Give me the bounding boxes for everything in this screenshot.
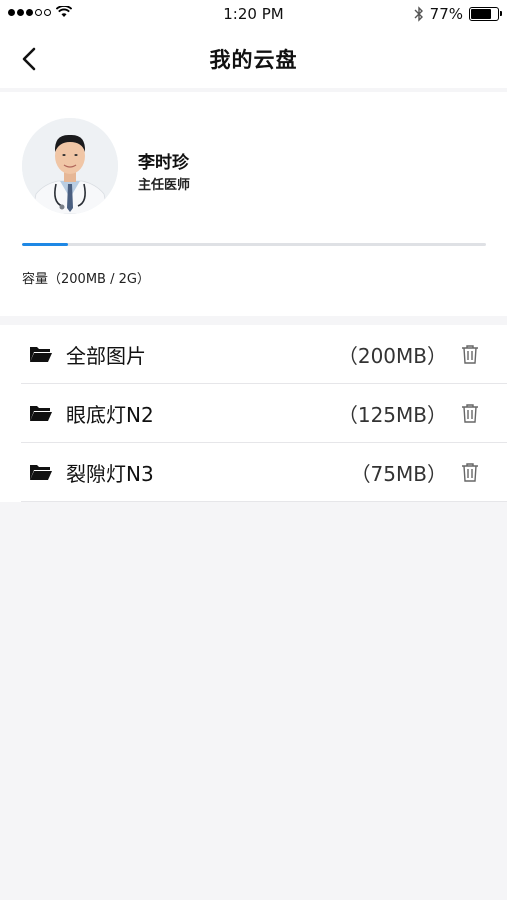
- storage-capacity-label: 容量（200MB / 2G）: [22, 272, 150, 287]
- storage-progress-fill: [22, 243, 69, 246]
- folder-size: （200MB）: [337, 343, 447, 368]
- battery-fill: [471, 9, 492, 19]
- battery-icon: [469, 7, 502, 21]
- folder-name: 全部图片: [66, 343, 146, 368]
- trash-icon[interactable]: [459, 343, 481, 365]
- chevron-left-icon: [22, 47, 36, 71]
- storage-progress-bar: [22, 243, 486, 246]
- profile-card: 李时珍 主任医师 容量（200MB / 2G）: [0, 92, 507, 316]
- back-button[interactable]: [14, 44, 44, 74]
- doctor-avatar-image: [22, 118, 118, 214]
- status-bar: 1:20 PM 77%: [0, 0, 507, 30]
- section-gap: [0, 316, 507, 325]
- folder-size: （125MB）: [337, 402, 447, 427]
- doctor-title: 主任医师: [138, 178, 191, 193]
- folder-icon: [29, 403, 53, 423]
- folder-list: 全部图片 （200MB） 眼底灯N2 （125MB） 裂隙灯N3 （75MB）: [0, 325, 507, 502]
- folder-size: （75MB）: [350, 461, 447, 486]
- folder-row[interactable]: 全部图片 （200MB）: [21, 325, 507, 384]
- doctor-name: 李时珍: [138, 153, 189, 173]
- trash-icon[interactable]: [459, 461, 481, 483]
- folder-name: 眼底灯N2: [66, 402, 154, 427]
- trash-icon[interactable]: [459, 402, 481, 424]
- folder-icon: [29, 462, 53, 482]
- avatar: [22, 118, 118, 214]
- battery-percent: 77%: [429, 5, 463, 23]
- folder-row[interactable]: 眼底灯N2 （125MB）: [21, 384, 507, 443]
- nav-bar: 我的云盘: [0, 30, 507, 88]
- status-right: 77%: [414, 5, 502, 23]
- bluetooth-icon: [414, 6, 423, 22]
- folder-row[interactable]: 裂隙灯N3 （75MB）: [21, 443, 507, 502]
- folder-name: 裂隙灯N3: [66, 461, 154, 486]
- page-title: 我的云盘: [209, 48, 298, 72]
- folder-icon: [29, 344, 53, 364]
